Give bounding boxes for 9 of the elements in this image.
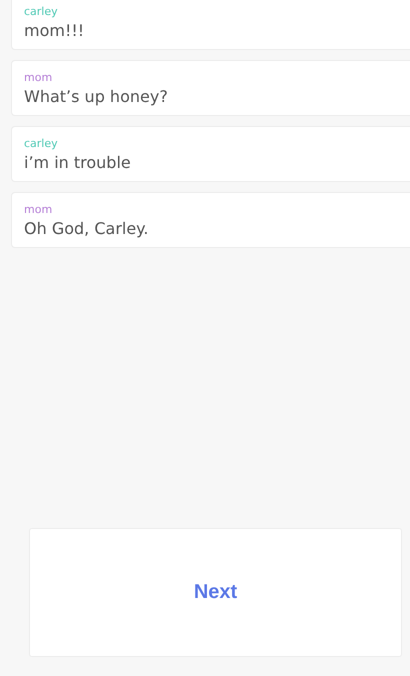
message-text: What’s up honey? [24, 87, 168, 106]
message-text: mom!!! [24, 21, 84, 40]
sender-name: mom [24, 71, 52, 84]
message-text: Oh God, Carley. [24, 219, 148, 238]
sender-name: carley [24, 137, 58, 150]
sender-name: carley [24, 5, 58, 18]
message-text: i’m in trouble [24, 153, 131, 172]
next-button[interactable]: Next [29, 528, 402, 657]
sender-name: mom [24, 203, 52, 216]
